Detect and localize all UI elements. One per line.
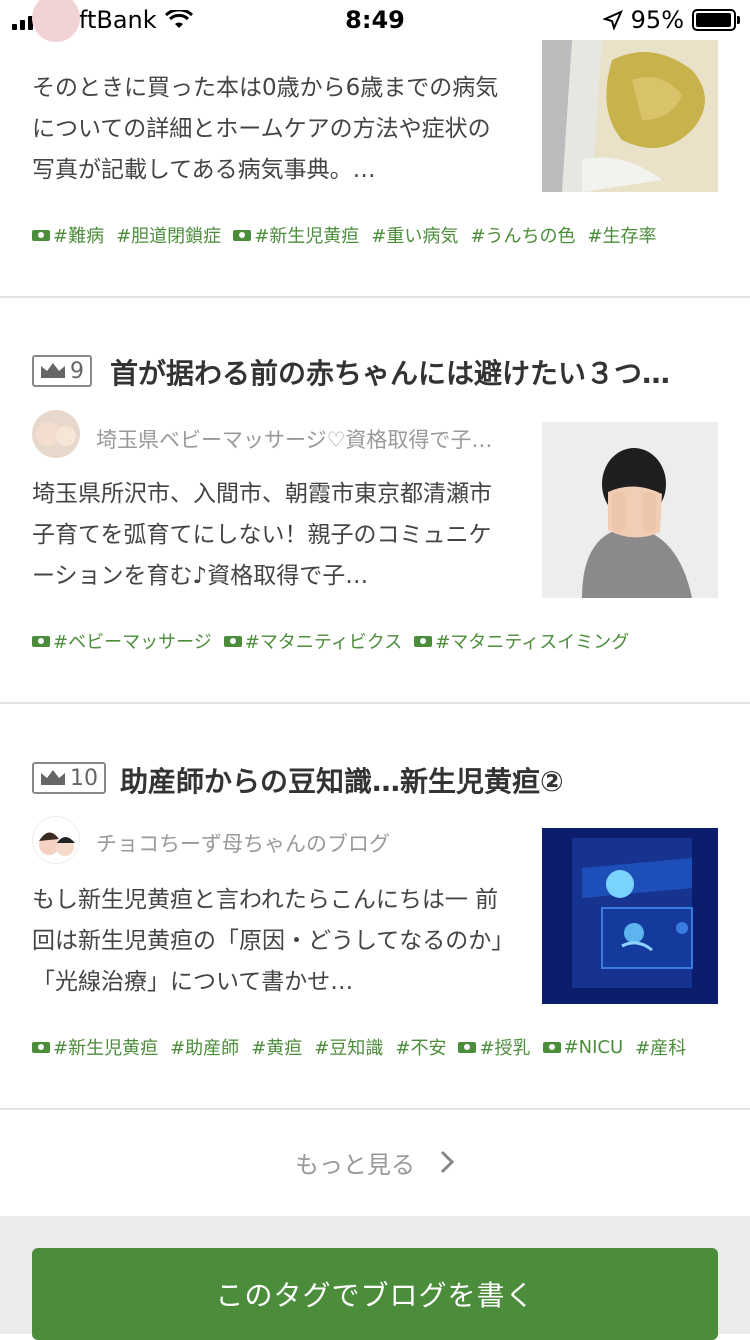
tag-link[interactable]: #マタニティビクス: [223, 628, 402, 654]
tag-link[interactable]: #生存率: [587, 222, 656, 248]
tag-link[interactable]: #助産師: [170, 1034, 239, 1060]
tag-link[interactable]: #ベビーマッサージ: [32, 628, 212, 654]
tag-link[interactable]: #胆道閉鎖症: [116, 222, 221, 248]
official-tag-icon: [32, 1041, 50, 1053]
blog-post-card[interactable]: 10 助産師からの豆知識…新生児黄疸② チョコちーず母ちゃんのブログ もし新生児…: [0, 704, 750, 1110]
author-name[interactable]: チョコちーず母ちゃんのブログ: [96, 828, 526, 858]
write-blog-button[interactable]: このタグでブログを書く: [32, 1248, 718, 1340]
blog-post-card[interactable]: 9 首が据わる前の赤ちゃんには避けたい３つ… 埼玉県ベビーマッサージ♡資格取得で…: [0, 298, 750, 704]
rank-badge: 10: [32, 762, 106, 794]
chevron-right-icon: [440, 1150, 455, 1174]
tag-link[interactable]: #産科: [635, 1034, 686, 1060]
blog-post-card[interactable]: そのときに買った本は0歳から6歳までの病気についての詳細とホームケアの方法や症状…: [0, 0, 750, 298]
more-link[interactable]: もっと見る: [0, 1112, 750, 1212]
post-thumbnail: [542, 40, 718, 192]
tag-link[interactable]: #新生児黄疸: [233, 222, 359, 248]
official-tag-icon: [223, 635, 242, 647]
official-tag-icon: [233, 229, 252, 241]
tag-link[interactable]: #授乳: [458, 1034, 531, 1060]
rank-number: 9: [70, 358, 84, 384]
avatar: [32, 0, 80, 42]
post-excerpt: 埼玉県所沢市、入間市、朝霞市東京都清瀬市 子育てを弧育てにしない！親子のコミュニ…: [32, 481, 492, 589]
tag-link[interactable]: #NICU: [542, 1034, 623, 1060]
tag-link[interactable]: #うんちの色: [470, 222, 575, 248]
tag-link[interactable]: #新生児黄疸: [32, 1034, 158, 1060]
tag-link[interactable]: #マタニティスイミング: [414, 628, 629, 654]
official-tag-icon: [32, 229, 50, 241]
post-thumbnail: [542, 828, 718, 1004]
more-label: もっと見る: [295, 1150, 415, 1179]
divider: [0, 1108, 750, 1110]
post-title[interactable]: 首が据わる前の赤ちゃんには避けたい３つ…: [110, 352, 715, 392]
official-tag-icon: [32, 635, 50, 647]
tag-list: #新生児黄疸 #助産師 #黄疸 #豆知識 #不安 #授乳 #NICU #産科: [32, 1034, 686, 1060]
post-excerpt: もし新生児黄疸と言われたらこんにちは一 前回は新生児黄疸の「原因・どうしてなるの…: [32, 887, 503, 995]
tag-link[interactable]: #黄疸: [251, 1034, 302, 1060]
tag-link[interactable]: #不安: [395, 1034, 446, 1060]
tag-list: #難病 #胆道閉鎖症 #新生児黄疸 #重い病気 #うんちの色 #生存率: [32, 222, 657, 248]
post-thumbnail: [542, 422, 718, 598]
crown-icon: [41, 770, 65, 785]
official-tag-icon: [542, 1041, 561, 1053]
author-name[interactable]: 埼玉県ベビーマッサージ♡資格取得で子…: [96, 424, 526, 454]
tag-link[interactable]: #難病: [32, 222, 104, 248]
official-tag-icon: [414, 635, 433, 647]
avatar: [32, 410, 80, 458]
rank-badge: 9: [32, 355, 92, 387]
tag-link[interactable]: #重い病気: [371, 222, 458, 248]
tag-link[interactable]: #豆知識: [314, 1034, 383, 1060]
tag-list: #ベビーマッサージ #マタニティビクス #マタニティスイミング: [32, 628, 629, 654]
post-excerpt: そのときに買った本は0歳から6歳までの病気についての詳細とホームケアの方法や症状…: [32, 75, 499, 183]
rank-number: 10: [70, 765, 98, 791]
avatar: [32, 816, 80, 864]
crown-icon: [41, 363, 65, 378]
official-tag-icon: [458, 1041, 477, 1053]
post-title[interactable]: 助産師からの豆知識…新生児黄疸②: [120, 760, 715, 800]
